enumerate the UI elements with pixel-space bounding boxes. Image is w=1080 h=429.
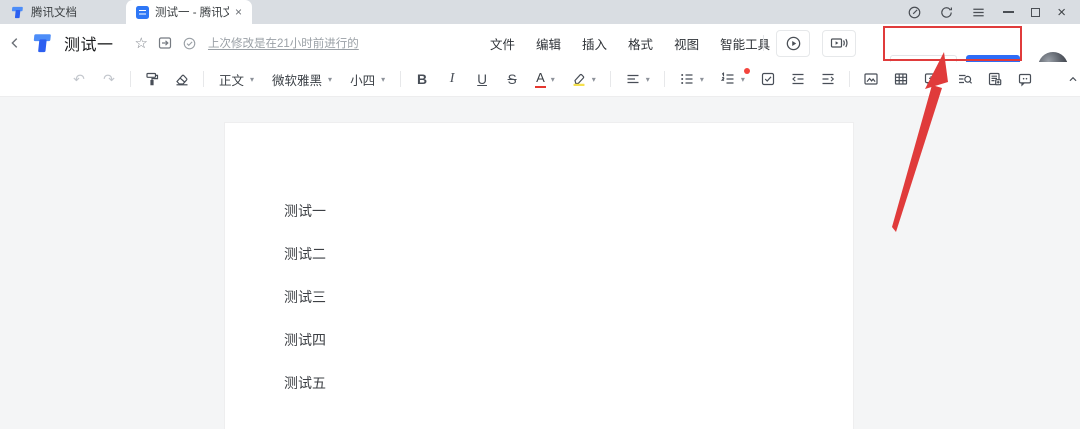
divider bbox=[400, 71, 402, 87]
bullet-list-icon bbox=[681, 74, 693, 84]
menu-insert[interactable]: 插入 bbox=[582, 34, 607, 53]
refresh-icon[interactable] bbox=[939, 5, 954, 20]
chevron-down-icon: ▾ bbox=[250, 74, 255, 84]
insert-comment-button[interactable] bbox=[918, 66, 944, 92]
insert-image-button[interactable] bbox=[858, 66, 884, 92]
tencent-docs-logo-icon[interactable] bbox=[31, 32, 53, 54]
paragraph[interactable]: 测试二 bbox=[225, 246, 853, 263]
translate-notes-button[interactable] bbox=[982, 66, 1008, 92]
document-page[interactable]: 测试一 测试二 测试三 测试四 测试五 bbox=[224, 122, 854, 429]
chevron-down-icon: ▾ bbox=[328, 74, 333, 84]
italic-button[interactable]: I bbox=[439, 66, 465, 92]
tab-current-document[interactable]: 测试一 - 腾讯文档 × bbox=[126, 0, 252, 24]
align-dropdown[interactable]: ▾ bbox=[619, 66, 656, 92]
paragraph[interactable]: 测试四 bbox=[225, 332, 853, 349]
document-canvas: 测试一 测试二 测试三 测试四 测试五 bbox=[0, 97, 1080, 429]
numbered-list-icon bbox=[720, 72, 734, 84]
menu-view[interactable]: 视图 bbox=[674, 34, 699, 53]
paragraph[interactable]: 测试一 bbox=[225, 203, 853, 220]
undo-button[interactable]: ↶ bbox=[66, 66, 92, 92]
clear-format-eraser-button[interactable] bbox=[169, 66, 195, 92]
last-modified-status[interactable]: 上次修改是在21小时前进行的 bbox=[208, 35, 359, 51]
saved-status-icon bbox=[182, 36, 197, 51]
back-icon[interactable] bbox=[8, 36, 22, 50]
font-family-dropdown[interactable]: 微软雅黑 ▾ bbox=[265, 66, 339, 92]
increase-indent-button[interactable] bbox=[815, 66, 841, 92]
close-tab-icon[interactable]: × bbox=[235, 6, 242, 18]
checklist-button[interactable] bbox=[755, 66, 781, 92]
paragraph[interactable]: 测试五 bbox=[225, 375, 853, 392]
tencent-docs-logo-icon bbox=[11, 6, 23, 18]
chevron-down-icon: ▾ bbox=[550, 74, 555, 84]
divider bbox=[763, 35, 764, 51]
document-title: 测试一 bbox=[64, 37, 114, 54]
maximize-icon[interactable] bbox=[1031, 7, 1041, 17]
chevron-down-icon: ▾ bbox=[699, 74, 704, 84]
move-to-folder-icon[interactable] bbox=[157, 35, 173, 51]
window-controls: × bbox=[907, 0, 1080, 24]
read-aloud-button[interactable] bbox=[822, 29, 856, 57]
history-icon[interactable] bbox=[907, 5, 922, 20]
tab-label: 腾讯文档 bbox=[31, 7, 77, 19]
present-button[interactable] bbox=[776, 29, 810, 57]
new-feature-badge bbox=[743, 68, 750, 74]
tab-label: 测试一 - 腾讯文档 bbox=[155, 7, 229, 19]
header-left-group: 测试一 ☆ 上次修改是在21小时前进行的 bbox=[8, 24, 359, 62]
format-toolbar: ↶ ↷ 正文 ▾ 微软雅黑 ▾ 小四 ▾ B I U S A ▾ ▾ ▾ ▾ ▾ bbox=[0, 62, 1080, 97]
decrease-indent-button[interactable] bbox=[785, 66, 811, 92]
browser-tab-bar: 腾讯文档 测试一 - 腾讯文档 × × bbox=[0, 0, 1080, 24]
find-replace-button[interactable] bbox=[952, 66, 978, 92]
paragraph[interactable]: 测试三 bbox=[225, 289, 853, 306]
redo-button[interactable]: ↷ bbox=[96, 66, 122, 92]
bullet-list-dropdown[interactable]: ▾ bbox=[673, 66, 710, 92]
highlight-color-button[interactable]: ▾ bbox=[565, 66, 602, 92]
divider bbox=[848, 71, 850, 87]
paragraph-style-dropdown[interactable]: 正文 ▾ bbox=[212, 66, 261, 92]
close-window-icon[interactable]: × bbox=[1057, 5, 1066, 20]
divider bbox=[609, 71, 611, 87]
font-color-button[interactable]: A ▾ bbox=[529, 66, 561, 92]
divider bbox=[663, 71, 665, 87]
favorite-star-icon[interactable]: ☆ bbox=[135, 34, 148, 52]
divider bbox=[130, 71, 131, 87]
font-size-dropdown[interactable]: 小四 ▾ bbox=[343, 66, 392, 92]
menu-file[interactable]: 文件 bbox=[490, 34, 515, 53]
insert-table-button[interactable] bbox=[888, 66, 914, 92]
document-header: 测试一 ☆ 上次修改是在21小时前进行的 文件 编辑 插入 格式 视图 智能工具… bbox=[0, 24, 1080, 82]
bold-button[interactable]: B bbox=[409, 66, 435, 92]
strikethrough-button[interactable]: S bbox=[499, 66, 525, 92]
header-tools-group bbox=[763, 24, 856, 62]
chevron-down-icon: ▾ bbox=[645, 74, 650, 84]
divider bbox=[203, 71, 204, 87]
menu-edit[interactable]: 编辑 bbox=[536, 34, 561, 53]
numbered-list-dropdown[interactable]: ▾ bbox=[714, 66, 751, 92]
chevron-down-icon: ▾ bbox=[591, 74, 596, 84]
format-painter-button[interactable] bbox=[139, 66, 165, 92]
chevron-down-icon: ▾ bbox=[381, 74, 386, 84]
menu-hamburger-icon[interactable] bbox=[971, 5, 986, 20]
minimize-icon[interactable] bbox=[1003, 11, 1015, 13]
align-left-icon bbox=[627, 74, 639, 84]
document-icon bbox=[136, 5, 149, 19]
highlighter-icon bbox=[573, 73, 585, 86]
comments-panel-button[interactable] bbox=[1012, 66, 1038, 92]
menu-bar: 文件 编辑 插入 格式 视图 智能工具 bbox=[490, 24, 770, 62]
collapse-toolbar-button[interactable] bbox=[1060, 66, 1080, 92]
menu-format[interactable]: 格式 bbox=[628, 34, 653, 53]
chevron-down-icon: ▾ bbox=[740, 74, 745, 84]
tab-tencent-docs-home[interactable]: 腾讯文档 bbox=[0, 0, 120, 24]
underline-button[interactable]: U bbox=[469, 66, 495, 92]
